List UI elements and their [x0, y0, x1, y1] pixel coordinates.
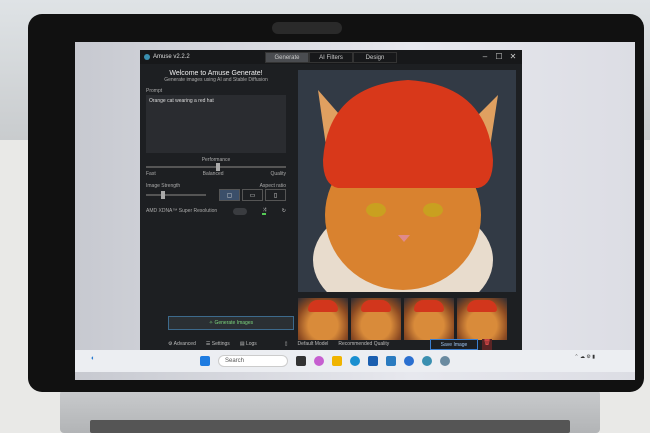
perf-fast-label: Fast: [146, 171, 156, 177]
image-strength-label: Image Strength: [146, 183, 181, 189]
thumbnail[interactable]: [404, 298, 454, 340]
image-strength-slider[interactable]: [146, 191, 206, 199]
advanced-button[interactable]: ⚙ Advanced: [168, 341, 196, 347]
logs-button[interactable]: ▤ Logs: [240, 341, 257, 347]
laptop-screen: Amuse v2.2.2 Generate AI Filters Design …: [75, 42, 635, 380]
taskbar: ◐ Search ⌃ ☁ ⚙ ▮: [75, 350, 635, 372]
welcome-heading: Welcome to Amuse Generate!: [169, 70, 263, 77]
delete-icon[interactable]: 🗑: [482, 339, 492, 350]
tab-design[interactable]: Design: [353, 52, 397, 63]
amuse-logo-icon: [144, 54, 150, 60]
tab-ai-filters[interactable]: AI Filters: [309, 52, 353, 63]
minimize-button[interactable]: –: [478, 51, 492, 63]
shuffle-icon[interactable]: ⤨: [262, 207, 267, 215]
save-image-button[interactable]: Save Image: [430, 339, 478, 350]
prompt-input[interactable]: Orange cat wearing a red hat: [146, 95, 286, 153]
performance-slider[interactable]: [146, 163, 286, 171]
generate-label: Generate Images: [214, 320, 254, 326]
close-button[interactable]: ✕: [506, 51, 520, 63]
widgets-icon[interactable]: ◐: [91, 355, 95, 362]
amuse-window: Amuse v2.2.2 Generate AI Filters Design …: [140, 50, 522, 352]
slider-thumb[interactable]: [161, 191, 165, 199]
prompt-label: Prompt: [146, 88, 163, 94]
welcome-subtitle: Generate images using AI and Stable Diff…: [164, 77, 268, 83]
copilot-icon[interactable]: [314, 356, 324, 366]
result-thumbnails: [298, 298, 507, 340]
performance-ticks: Fast Balanced Quality: [146, 171, 286, 177]
perf-quality-label: Quality: [270, 171, 286, 177]
edge-icon[interactable]: [350, 356, 360, 366]
amuse-taskbar-icon[interactable]: [422, 356, 432, 366]
keyboard-keys: [90, 420, 570, 433]
generate-panel: Welcome to Amuse Generate! Generate imag…: [140, 64, 292, 334]
thumbnail[interactable]: [351, 298, 401, 340]
aspect-square-button[interactable]: ▢: [219, 189, 240, 201]
reset-icon[interactable]: ↻: [282, 208, 286, 214]
start-icon[interactable]: [200, 356, 210, 366]
super-resolution-label: AMD XDNA™ Super Resolution: [146, 208, 218, 214]
info-icon: ▯: [284, 341, 288, 347]
task-view-icon[interactable]: [296, 356, 306, 366]
thumbnail[interactable]: [298, 298, 348, 340]
webcam: [272, 22, 342, 34]
aspect-landscape-button[interactable]: ▭: [242, 189, 263, 201]
store-icon[interactable]: [368, 356, 378, 366]
quality-info: Recommended Quality: [338, 341, 390, 347]
model-info: Default Model: [297, 341, 329, 347]
taskbar-icons: Search: [200, 355, 450, 367]
settings-button[interactable]: ☰ Settings: [206, 341, 230, 347]
maximize-button[interactable]: ☐: [492, 51, 506, 63]
app-icon[interactable]: [440, 356, 450, 366]
perf-balanced-label: Balanced: [202, 171, 224, 177]
slider-thumb[interactable]: [216, 163, 220, 171]
aspect-portrait-button[interactable]: ▯: [265, 189, 286, 201]
mail-icon[interactable]: [386, 356, 396, 366]
app-title: Amuse v2.2.2: [153, 54, 190, 60]
mode-tabs: Generate AI Filters Design: [265, 52, 397, 63]
file-explorer-icon[interactable]: [332, 356, 342, 366]
aspect-ratio-selector: ▢ ▭ ▯: [219, 189, 286, 201]
taskbar-search[interactable]: Search: [218, 355, 288, 367]
super-resolution-toggle[interactable]: [232, 207, 247, 215]
cat-image: [298, 70, 516, 292]
window-controls: – ☐ ✕: [478, 51, 520, 63]
image-preview: [298, 70, 516, 292]
system-tray[interactable]: ⌃ ☁ ⚙ ▮: [574, 354, 595, 360]
app-icon[interactable]: [404, 356, 414, 366]
thumbnail[interactable]: [457, 298, 507, 340]
generate-images-button[interactable]: ✧ Generate Images: [168, 316, 294, 330]
tab-generate[interactable]: Generate: [265, 52, 309, 63]
